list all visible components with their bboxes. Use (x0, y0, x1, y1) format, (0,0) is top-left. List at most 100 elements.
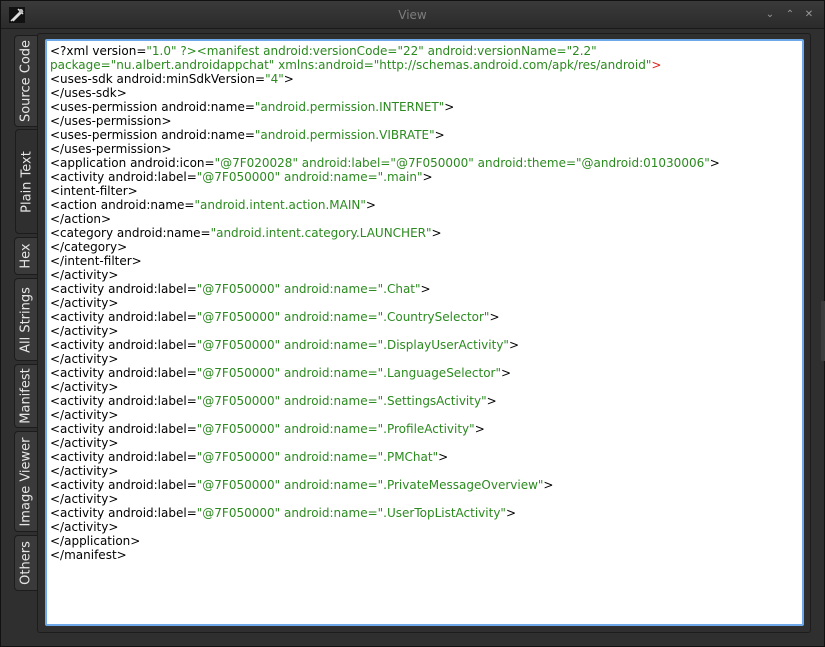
code-token: > (651, 58, 662, 72)
code-token: "@7F050000" android:name=".UserTopListAc… (196, 506, 506, 520)
tab-others[interactable]: Others (14, 535, 37, 591)
code-line: <activity android:label="@7F050000" andr… (50, 478, 720, 492)
code-token: <category android:name= (50, 226, 211, 240)
scrollbar[interactable] (821, 301, 825, 361)
code-token: <activity android:label= (50, 170, 197, 184)
code-token: > (365, 198, 376, 212)
code-line: </category> (50, 240, 720, 254)
tab-hex[interactable]: Hex (14, 237, 37, 275)
code-line: </activity> (50, 352, 720, 366)
code-token: </uses-permission> (50, 142, 172, 156)
code-token: "android.permission.VIBRATE" (254, 128, 435, 142)
code-token: <activity android:label= (50, 478, 197, 492)
tab-manifest[interactable]: Manifest (14, 364, 37, 428)
code-token: </activity> (50, 268, 119, 282)
code-token: package="nu.albert.androidappchat" xmlns… (50, 58, 652, 72)
tab-source-code[interactable]: Source Code (14, 35, 37, 127)
code-token: </activity> (50, 380, 119, 394)
title-bar[interactable]: View ⌄ ⌃ ✕ (1, 1, 824, 29)
code-token: "android.intent.category.LAUNCHER" (210, 226, 432, 240)
code-line: </activity> (50, 464, 720, 478)
code-token: > (709, 156, 720, 170)
code-token: </intent-filter> (50, 254, 142, 268)
code-token: <uses-permission android:name= (50, 128, 255, 142)
code-line: </activity> (50, 296, 720, 310)
code-token: "@7F050000" android:name=".CountrySelect… (196, 310, 490, 324)
code-token: > (543, 478, 554, 492)
code-token: <activity android:label= (50, 450, 197, 464)
code-line: <application android:icon="@7F020028" an… (50, 156, 720, 170)
code-token: </activity> (50, 324, 119, 338)
window-title: View (398, 8, 427, 22)
code-line: </action> (50, 212, 720, 226)
code-line: <activity android:label="@7F050000" andr… (50, 422, 720, 436)
code-line: </activity> (50, 324, 720, 338)
code-token: > (434, 128, 445, 142)
code-line: <activity android:label="@7F050000" andr… (50, 394, 720, 408)
code-token: "@7F020028" android:label="@7F050000" an… (214, 156, 710, 170)
code-token: "@7F050000" android:name=".main" (196, 170, 423, 184)
code-line: package="nu.albert.androidappchat" xmlns… (50, 58, 720, 72)
tab-label: Plain Text (19, 150, 35, 213)
code-line: <activity android:label="@7F050000" andr… (50, 310, 720, 324)
maximize-icon[interactable]: ⌃ (783, 8, 797, 22)
code-line: <category android:name="android.intent.c… (50, 226, 720, 240)
code-line: </uses-permission> (50, 114, 720, 128)
code-line: <action android:name="android.intent.act… (50, 198, 720, 212)
code-line: </uses-permission> (50, 142, 720, 156)
code-line: </activity> (50, 520, 720, 534)
close-icon[interactable]: ✕ (802, 8, 816, 22)
code-token: "android.permission.INTERNET" (254, 100, 445, 114)
code-token: <intent-filter> (50, 184, 138, 198)
code-line: <uses-sdk android:minSdkVersion="4"> (50, 72, 720, 86)
view-window: View ⌄ ⌃ ✕ Source Code Plain Text Hex Al… (0, 0, 825, 647)
code-token: > (489, 310, 500, 324)
plain-text-editor[interactable]: <?xml version="1.0" ?><manifest android:… (45, 39, 804, 626)
code-token: > (501, 366, 512, 380)
code-token: "1.0" ?><manifest android:versionCode="2… (146, 44, 597, 58)
code-line: <uses-permission android:name="android.p… (50, 128, 720, 142)
code-token: > (420, 282, 431, 296)
code-token: > (508, 338, 520, 352)
code-token: > (431, 226, 442, 240)
code-token: </uses-sdk> (50, 86, 127, 100)
code-line: <?xml version="1.0" ?><manifest android:… (50, 44, 720, 58)
code-token: <action android:name= (50, 198, 195, 212)
code-token: "@7F050000" android:name=".ProfileActivi… (196, 422, 475, 436)
tab-label: Others (18, 541, 34, 585)
code-line: <intent-filter> (50, 184, 720, 198)
code-line: </intent-filter> (50, 254, 720, 268)
code-token: > (422, 170, 433, 184)
code-token: <activity android:label= (50, 366, 197, 380)
code-line: <activity android:label="@7F050000" andr… (50, 338, 720, 352)
tab-image-viewer[interactable]: Image Viewer (14, 431, 37, 532)
code-token: <activity android:label= (50, 338, 197, 352)
tab-all-strings[interactable]: All Strings (14, 278, 37, 361)
code-line: </activity> (50, 492, 720, 506)
code-token: > (283, 72, 294, 86)
code-token: <activity android:label= (50, 422, 197, 436)
code-line: </activity> (50, 436, 720, 450)
code-token: <?xml version= (50, 44, 147, 58)
tab-label: All Strings (18, 286, 34, 353)
tab-plain-text[interactable]: Plain Text (15, 129, 38, 234)
tab-label: Image Viewer (18, 436, 34, 527)
minimize-icon[interactable]: ⌄ (763, 8, 777, 22)
code-token: </uses-permission> (50, 114, 172, 128)
code-token: "@7F050000" android:name=".PMChat" (196, 450, 439, 464)
code-line: </activity> (50, 408, 720, 422)
code-token: "@7F050000" android:name=".PrivateMessag… (196, 478, 544, 492)
tab-label: Hex (18, 243, 34, 269)
code-token: </activity> (50, 464, 119, 478)
code-token: "@7F050000" android:name=".DisplayUserAc… (196, 338, 509, 352)
code-line: <activity android:label="@7F050000" andr… (50, 506, 720, 520)
code-token: <activity android:label= (50, 282, 197, 296)
code-token: </action> (50, 212, 112, 226)
code-line: <uses-permission android:name="android.p… (50, 100, 720, 114)
code-token: <activity android:label= (50, 310, 197, 324)
code-token: </manifest> (50, 548, 127, 562)
code-token: "@7F050000" android:name=".Chat" (196, 282, 421, 296)
code-line: <activity android:label="@7F050000" andr… (50, 450, 720, 464)
code-token: > (444, 100, 455, 114)
code-line: <activity android:label="@7F050000" andr… (50, 282, 720, 296)
